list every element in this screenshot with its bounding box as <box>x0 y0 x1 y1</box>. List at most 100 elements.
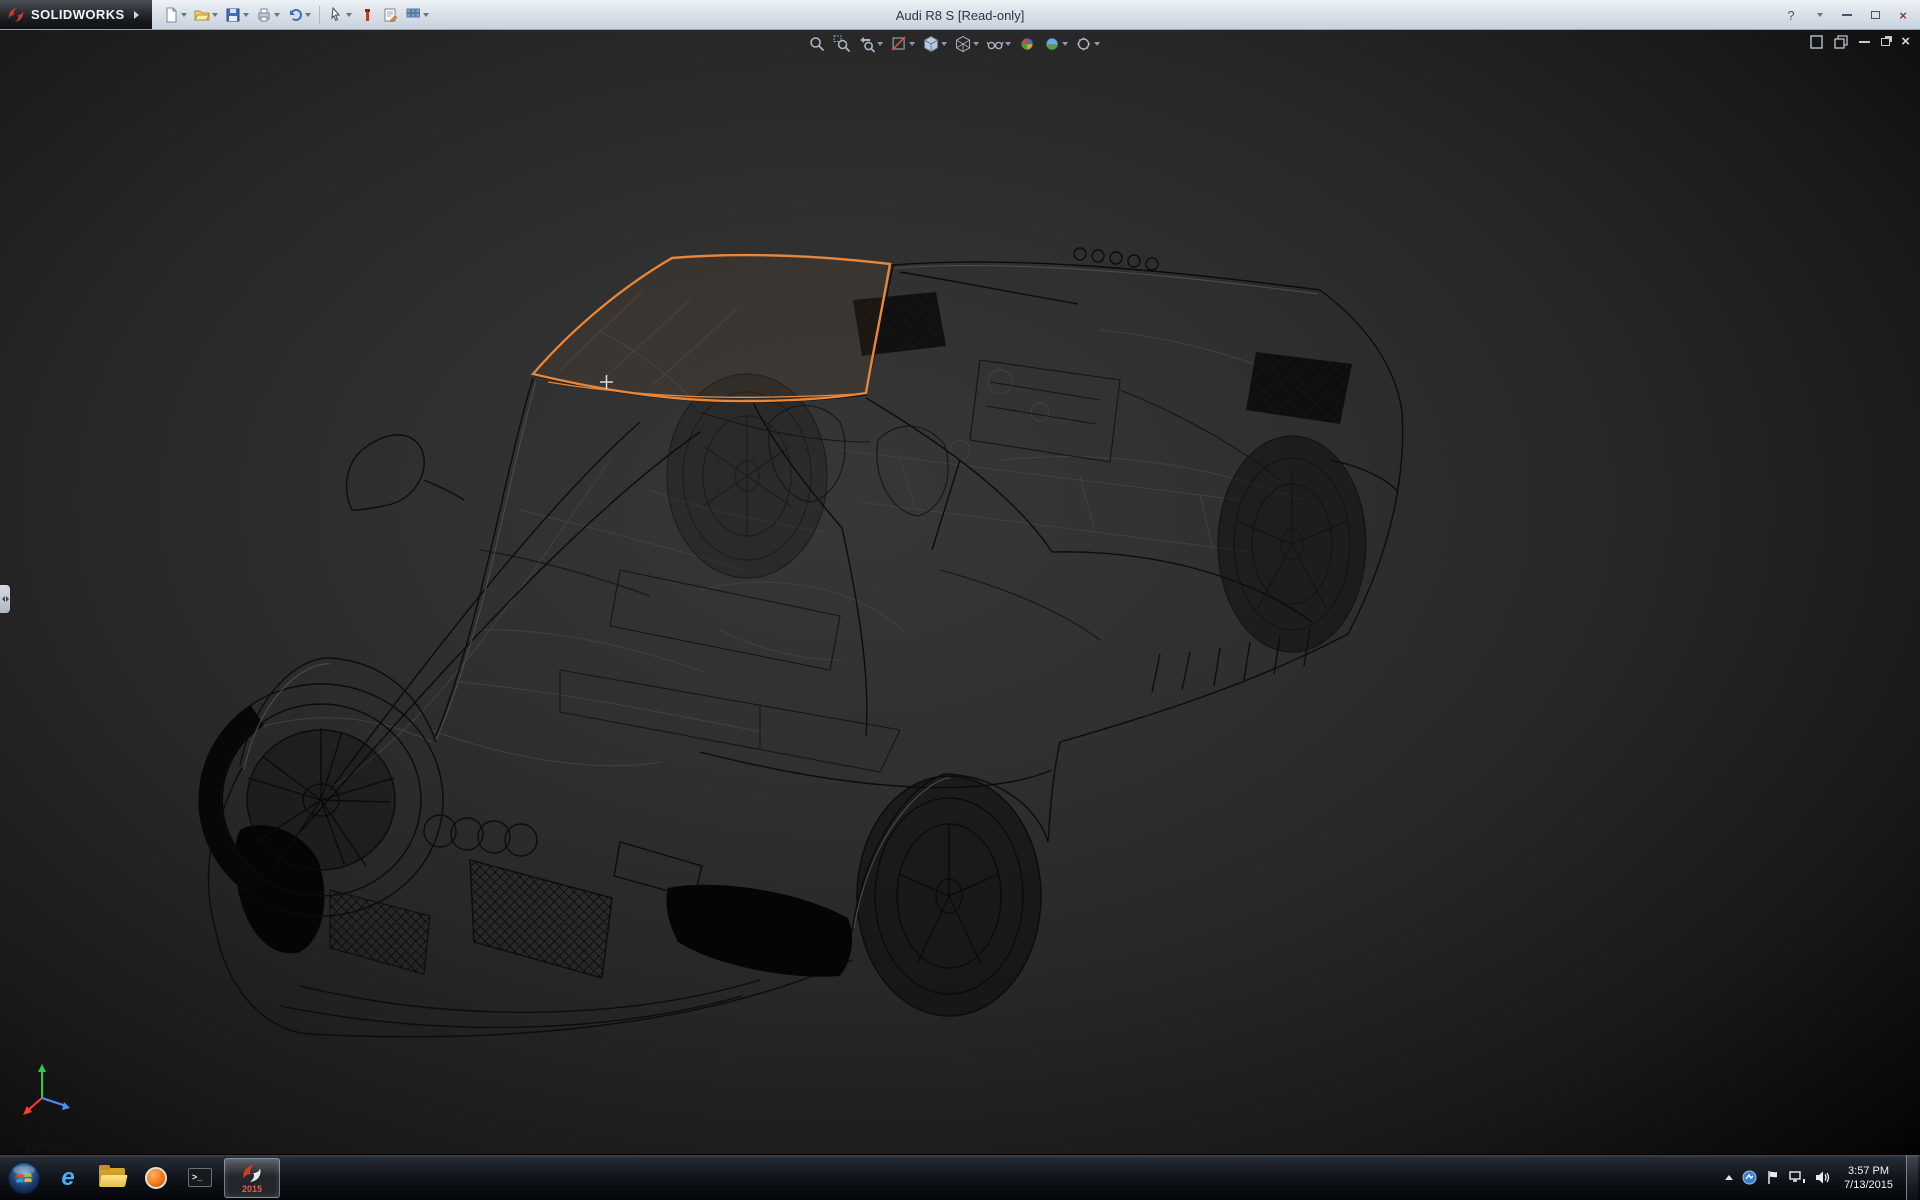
section-view-button[interactable] <box>888 33 917 55</box>
start-button[interactable] <box>0 1155 48 1200</box>
new-window-button[interactable] <box>1810 35 1823 49</box>
restore-document-button[interactable] <box>1881 38 1890 46</box>
window-title: Audi R8 S [Read-only] <box>896 0 1025 30</box>
maximize-icon <box>1871 11 1880 19</box>
graphics-viewport[interactable]: × *Dimetric <box>0 30 1920 1154</box>
front-right-wheel <box>857 776 1041 1016</box>
restore-icon <box>1881 38 1890 46</box>
flag-icon <box>1766 1170 1780 1185</box>
zoom-to-fit-button[interactable] <box>806 33 828 55</box>
maximize-button[interactable] <box>1862 5 1888 25</box>
taskbar-apps: e >_ 2015 <box>48 1155 280 1200</box>
show-hidden-icons-button[interactable] <box>1725 1175 1733 1180</box>
windows-explorer-button[interactable] <box>92 1158 132 1198</box>
zoom-to-area-button[interactable] <box>831 33 853 55</box>
cascade-windows-button[interactable] <box>1834 35 1848 49</box>
select-cursor-icon <box>328 7 344 23</box>
action-center-tray[interactable] <box>1766 1170 1780 1185</box>
edit-appearance-button[interactable] <box>1016 33 1038 55</box>
appearance-ball-icon <box>1018 35 1036 53</box>
heads-up-view-toolbar <box>806 33 1102 55</box>
solidworks-resource-monitor-tray[interactable] <box>1742 1170 1757 1185</box>
minimize-button[interactable] <box>1834 5 1860 25</box>
view-orientation-cube-icon <box>922 35 940 53</box>
command-prompt-button[interactable]: >_ <box>180 1158 220 1198</box>
annotation-note-icon <box>382 7 398 23</box>
speaker-icon <box>1815 1170 1831 1185</box>
internet-explorer-button[interactable]: e <box>48 1158 88 1198</box>
media-player-icon <box>145 1167 167 1189</box>
solidworks-logo-icon <box>6 5 26 25</box>
collapse-arrow-icon <box>2 596 5 602</box>
windows-taskbar: e >_ 2015 <box>0 1154 1920 1200</box>
help-menu-caret[interactable] <box>1806 5 1832 25</box>
volume-tray[interactable] <box>1815 1170 1831 1185</box>
clock-time: 3:57 PM <box>1844 1164 1893 1178</box>
solidworks-window: SOLIDWORKS <box>0 0 1920 1200</box>
view-orientation-button[interactable] <box>920 33 949 55</box>
windows-start-orb-icon <box>7 1161 41 1195</box>
solidworks-taskbar-button[interactable]: 2015 <box>224 1158 280 1198</box>
feature-tree-splitter[interactable] <box>0 585 10 613</box>
undo-button[interactable] <box>284 3 314 27</box>
orientation-triad <box>22 1054 86 1118</box>
design-binder-button[interactable] <box>379 3 401 27</box>
minimize-icon <box>1842 14 1852 16</box>
zoom-to-area-icon <box>833 35 851 53</box>
glasses-icon <box>986 35 1004 53</box>
title-bar: SOLIDWORKS <box>0 0 1920 30</box>
close-button[interactable]: × <box>1890 5 1916 25</box>
close-document-button[interactable]: × <box>1901 36 1910 48</box>
expand-arrow-icon <box>6 596 9 602</box>
taskbar-clock[interactable]: 3:57 PM 7/13/2015 <box>1844 1164 1893 1192</box>
command-prompt-icon: >_ <box>188 1168 212 1187</box>
minimize-icon <box>1859 41 1870 43</box>
clock-date: 7/13/2015 <box>1844 1178 1893 1192</box>
solidworks-app-icon <box>240 1162 264 1184</box>
minimize-document-button[interactable] <box>1859 41 1870 43</box>
new-document-icon <box>163 7 179 23</box>
help-button[interactable]: ? <box>1778 5 1804 25</box>
brand-label: SOLIDWORKS <box>31 7 125 22</box>
hide-show-items-button[interactable] <box>984 33 1013 55</box>
system-tray: 3:57 PM 7/13/2015 <box>1725 1155 1920 1200</box>
previous-view-button[interactable] <box>856 33 885 55</box>
new-document-button[interactable] <box>160 3 190 27</box>
rear-left-wheel <box>667 374 827 578</box>
internet-explorer-icon: e <box>61 1167 74 1189</box>
print-icon <box>256 7 272 23</box>
select-button[interactable] <box>325 3 355 27</box>
scene-ball-icon <box>1043 35 1061 53</box>
zoom-to-fit-icon <box>808 35 826 53</box>
view-orientation-label: *Dimetric <box>20 1138 77 1154</box>
show-desktop-button[interactable] <box>1906 1155 1918 1200</box>
chevron-up-icon <box>1725 1175 1733 1180</box>
save-button[interactable] <box>222 3 252 27</box>
section-view-icon <box>890 35 908 53</box>
open-button[interactable] <box>191 3 221 27</box>
network-tray[interactable] <box>1789 1170 1806 1185</box>
document-window-controls: × <box>1810 35 1910 49</box>
display-style-cube-icon <box>954 35 972 53</box>
open-folder-icon <box>194 7 210 23</box>
print-button[interactable] <box>253 3 283 27</box>
selected-surface[interactable] <box>533 255 890 401</box>
view-settings-icon <box>1075 35 1093 53</box>
interior-lines <box>480 360 1280 772</box>
window-controls: ? × <box>1778 0 1916 30</box>
view-settings-button[interactable] <box>1073 33 1102 55</box>
reference-geometry-button[interactable] <box>356 3 378 27</box>
menu-expand-arrow[interactable] <box>130 4 143 26</box>
rear-right-wheel <box>1218 436 1366 652</box>
media-player-button[interactable] <box>136 1158 176 1198</box>
apply-scene-button[interactable] <box>1041 33 1070 55</box>
save-floppy-icon <box>225 7 241 23</box>
solidworks-version-badge: 2015 <box>242 1185 262 1194</box>
solidworks-menu-button[interactable]: SOLIDWORKS <box>0 0 152 29</box>
folder-icon <box>99 1168 125 1187</box>
options-button[interactable] <box>402 3 432 27</box>
display-style-button[interactable] <box>952 33 981 55</box>
car-wireframe <box>0 30 1920 1154</box>
network-icon <box>1789 1170 1806 1185</box>
standard-toolbar <box>160 3 432 27</box>
